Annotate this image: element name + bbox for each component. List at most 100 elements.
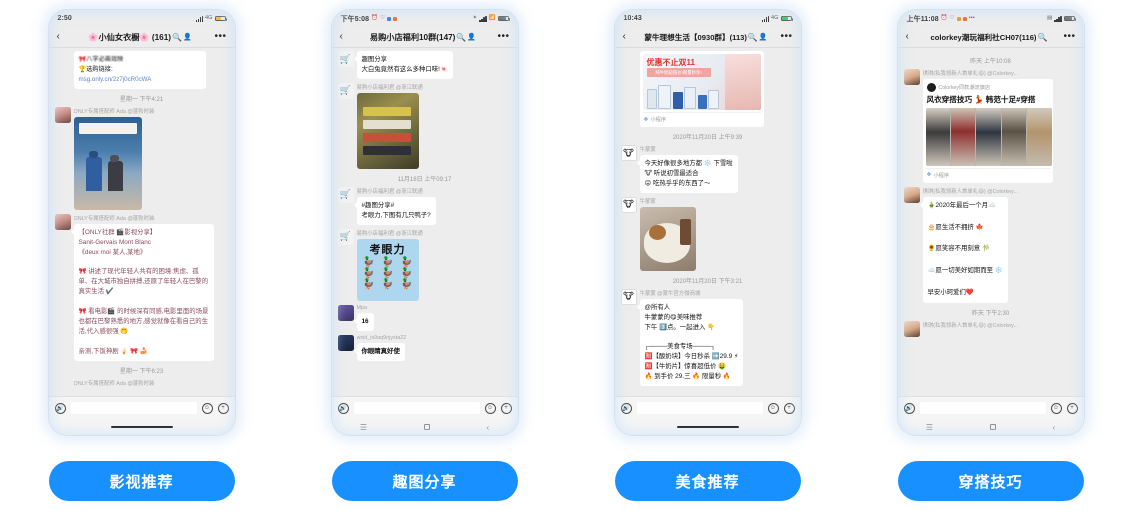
list-item: 🎀八字必画效映 🏆选购链接: msg.only.cn/2z7j0cR0cWA bbox=[74, 51, 206, 89]
home-indicator[interactable] bbox=[111, 426, 173, 428]
chevron-left-icon[interactable]: ‹ bbox=[340, 32, 349, 42]
message-text[interactable]: @所有人 牛蒙蒙的😋美味推荐 下午 3️⃣点。一起进入 👇 ┌────美食专场─… bbox=[640, 299, 744, 386]
members-icon[interactable]: 👤 bbox=[467, 33, 476, 41]
sender-name: 易购小店福利君 @浙江联通 bbox=[357, 83, 512, 91]
message-text[interactable]: 今天好像很多地方都 ❄️ 下雪啦 🐮 听说初雪最适合 😛 吃热乎乎的东西了～ bbox=[640, 155, 738, 193]
category-button-4[interactable]: 穿搭技巧 bbox=[898, 461, 1084, 501]
back-icon[interactable]: ‹ bbox=[486, 423, 489, 432]
voice-icon[interactable]: 🔊 bbox=[621, 403, 632, 414]
emoji-icon[interactable]: ☺ bbox=[1051, 403, 1062, 414]
avatar[interactable] bbox=[904, 69, 920, 85]
square-icon[interactable] bbox=[424, 424, 430, 430]
plus-icon[interactable]: + bbox=[784, 403, 795, 414]
message-input[interactable] bbox=[71, 402, 197, 414]
phone-column-3: 10:43 4G ‹ 蒙牛理想生活【0930群】(113) 🔍 👤 bbox=[566, 0, 849, 511]
chat-scroll-area[interactable]: 优惠不止双11 纯牛奶超值价!限量秒杀! bbox=[615, 48, 801, 396]
avatar[interactable] bbox=[904, 187, 920, 203]
avatar[interactable] bbox=[904, 321, 920, 337]
more-dots-icon[interactable]: ••• bbox=[214, 34, 226, 40]
chat-scroll-area[interactable]: 🛒 趣图分享 大白兔竟然有这么多种口味!🍬 🛒 易购小店福利君 @浙江联通 bbox=[332, 48, 518, 396]
more-dots-icon[interactable]: ••• bbox=[497, 34, 509, 40]
avatar[interactable] bbox=[55, 107, 71, 123]
message-input[interactable] bbox=[920, 402, 1046, 414]
voice-icon[interactable]: 🔊 bbox=[55, 403, 66, 414]
home-indicator[interactable] bbox=[677, 426, 739, 428]
emoji-icon[interactable]: ☺ bbox=[768, 403, 779, 414]
chat-header: ‹ 易购小店福利10群(147) 🔍 👤 ••• bbox=[332, 27, 518, 48]
search-icon[interactable]: 🔍 bbox=[748, 33, 758, 42]
message-image[interactable] bbox=[357, 93, 419, 169]
battery-icon bbox=[781, 16, 792, 22]
timestamp: 星期一 下午6:23 bbox=[55, 366, 229, 375]
avatar[interactable]: 🛒 bbox=[338, 229, 354, 245]
message-text[interactable]: #趣图分享# 考眼力,下图有几只鸭子? bbox=[357, 197, 436, 225]
message-input[interactable] bbox=[354, 402, 480, 414]
menu-icon[interactable]: ☰ bbox=[360, 423, 367, 432]
status-bar: 上午11:08 ⏰ ♡ ••• ▤ bbox=[898, 10, 1084, 27]
message-text[interactable]: 16 bbox=[357, 313, 374, 331]
miniprogram-card[interactable]: 优惠不止双11 纯牛奶超值价!限量秒杀! bbox=[640, 51, 764, 127]
battery-icon bbox=[1064, 16, 1075, 22]
chevron-left-icon[interactable]: ‹ bbox=[906, 32, 915, 42]
search-icon[interactable]: 🔍 bbox=[1037, 33, 1047, 42]
avatar[interactable] bbox=[338, 335, 354, 351]
sender-name: Mpa bbox=[357, 305, 512, 311]
avatar[interactable]: 🐮 bbox=[621, 145, 637, 161]
message-row: 🛒 趣图分享 大白兔竟然有这么多种口味!🍬 bbox=[338, 51, 512, 79]
chevron-left-icon[interactable]: ‹ bbox=[623, 32, 632, 42]
plus-icon[interactable]: + bbox=[501, 403, 512, 414]
message-row: 琪琪(私我领新人首单礼😄) @Colorkey... bbox=[904, 321, 1078, 337]
message-row: 琪琪(私我领新人首单礼😄) @Colorkey... 🎍2020年最后一个月☁️… bbox=[904, 187, 1078, 303]
miniprogram-icon: ❖ bbox=[927, 172, 932, 178]
message-row: 🛒 易购小店福利君 @浙江联通 bbox=[338, 83, 512, 169]
message-text[interactable]: 🎍2020年最后一个月☁️ 🎂愿生活不拥挤 🍁 🌻愿笑容不用刻意 🎋 ☁️愿一切… bbox=[923, 197, 1008, 303]
message-input[interactable] bbox=[637, 402, 763, 414]
voice-icon[interactable]: 🔊 bbox=[338, 403, 349, 414]
miniprogram-card[interactable]: Colorkey同款潮流旗店 风衣穿搭技巧 💃 韩范十足#穿搭 bbox=[923, 79, 1053, 183]
chevron-left-icon[interactable]: ‹ bbox=[57, 32, 66, 42]
voice-icon[interactable]: 🔊 bbox=[904, 403, 915, 414]
chat-header: ‹ 🌸小仙女衣橱🌸 (161) 🔍 👤 ••• bbox=[49, 27, 235, 48]
menu-icon[interactable]: ☰ bbox=[926, 423, 933, 432]
chat-scroll-area[interactable]: 🎀八字必画效映 🏆选购链接: msg.only.cn/2z7j0cR0cWA 星… bbox=[49, 48, 235, 396]
category-button-2[interactable]: 趣图分享 bbox=[332, 461, 518, 501]
message-image[interactable]: 考眼力 🦆🦆🦆 🦆🦆🦆 🦆🦆🦆 bbox=[357, 239, 419, 301]
plus-icon[interactable]: + bbox=[1067, 403, 1078, 414]
avatar[interactable]: 🛒 bbox=[338, 187, 354, 203]
brand-avatar-icon bbox=[927, 83, 936, 92]
category-button-1[interactable]: 影视推荐 bbox=[49, 461, 235, 501]
search-icon[interactable]: 🔍 bbox=[456, 33, 466, 42]
plus-icon[interactable]: + bbox=[218, 403, 229, 414]
emoji-icon[interactable]: ☺ bbox=[202, 403, 213, 414]
members-icon[interactable]: 👤 bbox=[759, 33, 768, 41]
avatar[interactable]: 🐮 bbox=[621, 289, 637, 305]
bluetooth-icon: ✴ bbox=[473, 16, 478, 22]
back-icon[interactable]: ‹ bbox=[1052, 423, 1055, 432]
message-input-bar: 🔊 ☺ + bbox=[49, 396, 235, 419]
category-button-3[interactable]: 美食推荐 bbox=[615, 461, 801, 501]
search-icon[interactable]: 🔍 bbox=[172, 33, 182, 42]
message-image[interactable] bbox=[74, 117, 142, 210]
sender-text: ONLY专属搭配师 Ada @蓬勃时装 bbox=[74, 381, 155, 387]
more-dots-icon[interactable]: ••• bbox=[780, 34, 792, 40]
link-url[interactable]: msg.only.cn/2z7j0cR0cWA bbox=[79, 76, 152, 83]
members-icon[interactable]: 👤 bbox=[183, 33, 192, 41]
android-nav-bar: ☰ ‹ bbox=[332, 419, 518, 435]
avatar[interactable]: 🛒 bbox=[338, 51, 354, 67]
more-dots-icon[interactable]: ••• bbox=[1063, 34, 1075, 40]
message-image[interactable] bbox=[640, 207, 696, 271]
message-text[interactable]: 【ONLY社群 🎬影视分享】 Sanit-Gervais Mont Blanc … bbox=[74, 224, 214, 361]
chat-scroll-area[interactable]: 昨天 上午10:08 琪琪(私我领新人首单礼😄) @Colorkey... Co… bbox=[898, 48, 1084, 396]
avatar[interactable] bbox=[55, 214, 71, 230]
status-bar: 2:50 4G bbox=[49, 10, 235, 27]
phone-column-2: 下午5:08 ⏰ ♡ ✴ 📶 ‹ bbox=[283, 0, 566, 511]
signal-icon bbox=[1054, 16, 1061, 22]
message-row: Mpa 16 bbox=[338, 305, 512, 331]
message-text[interactable]: 趣图分享 大白兔竟然有这么多种口味!🍬 bbox=[357, 51, 453, 79]
avatar[interactable]: 🐮 bbox=[621, 197, 637, 213]
message-text[interactable]: 你眼睛真好使 bbox=[357, 343, 405, 361]
square-icon[interactable] bbox=[990, 424, 996, 430]
emoji-icon[interactable]: ☺ bbox=[485, 403, 496, 414]
avatar[interactable]: 🛒 bbox=[338, 83, 354, 99]
avatar[interactable] bbox=[338, 305, 354, 321]
